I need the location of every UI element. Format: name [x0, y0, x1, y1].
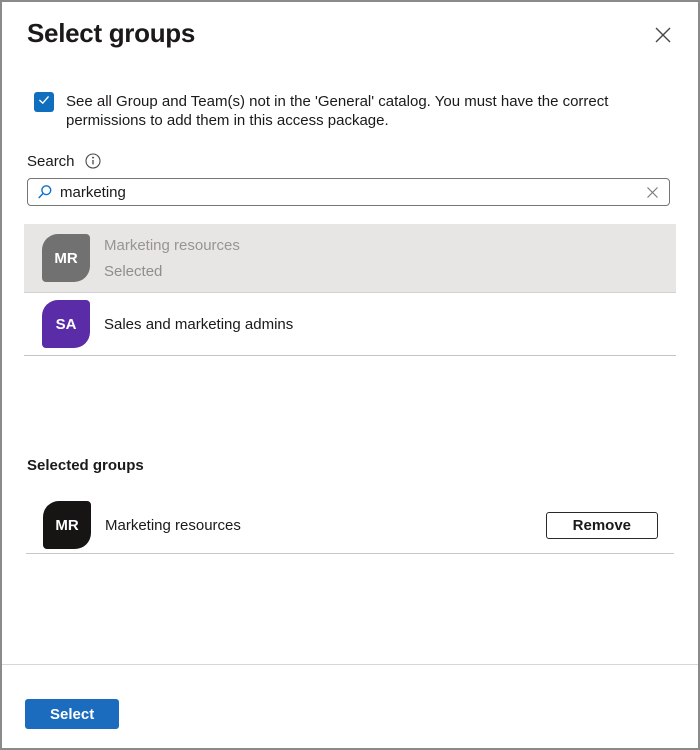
search-icon	[37, 184, 53, 200]
info-icon[interactable]	[85, 153, 101, 169]
select-groups-panel: Select groups See all Group and Team(s) …	[0, 0, 700, 750]
footer-divider	[2, 664, 698, 665]
page-title: Select groups	[27, 16, 195, 50]
avatar-initials: SA	[56, 316, 77, 333]
avatar-initials: MR	[55, 517, 78, 534]
result-name: Marketing resources	[104, 237, 240, 254]
see-all-checkbox-row: See all Group and Team(s) not in the 'Ge…	[34, 92, 673, 130]
search-input[interactable]	[60, 184, 644, 201]
selected-row-divider	[26, 553, 674, 554]
search-label-row: Search	[27, 151, 673, 171]
checkmark-icon	[37, 93, 51, 112]
remove-button[interactable]: Remove	[546, 512, 658, 539]
close-icon	[654, 32, 672, 47]
list-item-sales-and-marketing-admins[interactable]: SA Sales and marketing admins	[24, 293, 676, 355]
panel-header: Select groups	[27, 16, 676, 50]
avatar: SA	[42, 300, 90, 348]
selected-group-name: Marketing resources	[105, 517, 241, 534]
selected-group-row: MR Marketing resources Remove	[25, 501, 658, 549]
clear-search-button[interactable]	[644, 184, 661, 201]
search-results-list: MR Marketing resources Selected SA Sales…	[24, 224, 676, 356]
selected-groups-heading: Selected groups	[27, 457, 673, 474]
select-button[interactable]: Select	[25, 699, 119, 729]
see-all-checkbox[interactable]	[34, 92, 54, 112]
avatar-initials: MR	[54, 250, 77, 267]
clear-icon	[646, 187, 659, 202]
list-end-divider	[24, 355, 676, 356]
avatar: MR	[42, 234, 90, 282]
search-input-wrapper	[27, 178, 670, 206]
avatar: MR	[43, 501, 91, 549]
search-label: Search	[27, 153, 75, 170]
see-all-checkbox-label: See all Group and Team(s) not in the 'Ge…	[66, 92, 656, 130]
list-item-marketing-resources[interactable]: MR Marketing resources Selected	[24, 224, 676, 292]
close-button[interactable]	[650, 22, 676, 48]
result-texts: Marketing resources Selected	[104, 237, 240, 280]
panel-footer: Select	[2, 664, 698, 748]
result-texts: Sales and marketing admins	[104, 316, 293, 333]
result-name: Sales and marketing admins	[104, 316, 293, 333]
result-status: Selected	[104, 263, 240, 280]
